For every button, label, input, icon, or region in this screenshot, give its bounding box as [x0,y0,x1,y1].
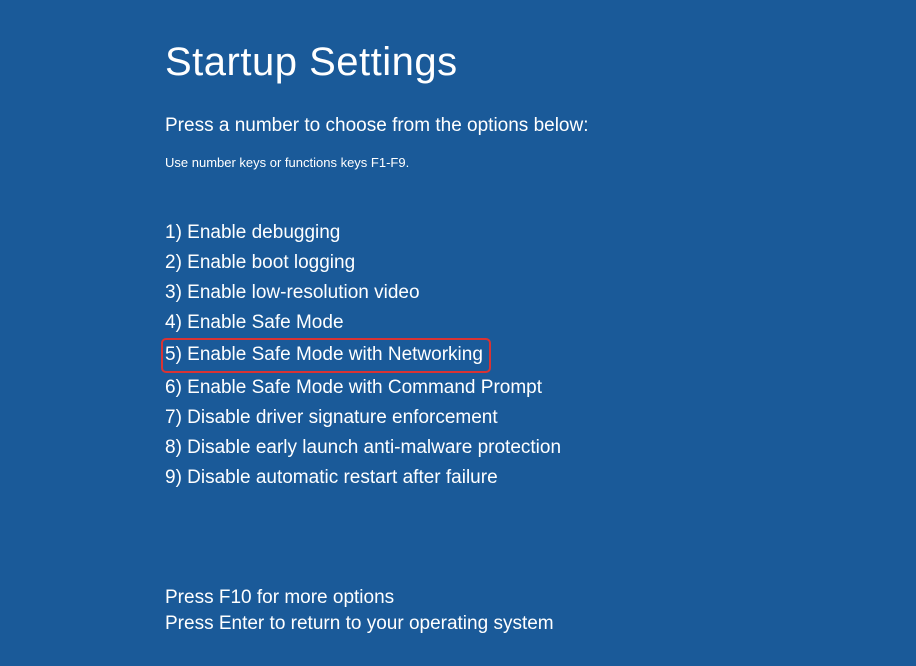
option-8-disable-antimalware[interactable]: 8) Disable early launch anti-malware pro… [165,433,561,462]
startup-options-list: 1) Enable debugging 2) Enable boot loggi… [165,218,916,493]
startup-settings-screen: Startup Settings Press a number to choos… [0,0,916,637]
page-title: Startup Settings [165,40,916,85]
footer-return: Press Enter to return to your operating … [165,611,916,637]
option-1-debugging[interactable]: 1) Enable debugging [165,218,340,247]
footer-more-options: Press F10 for more options [165,585,916,611]
option-5-safe-mode-networking[interactable]: 5) Enable Safe Mode with Networking [161,338,491,373]
key-instruction: Use number keys or functions keys F1-F9. [165,155,916,170]
option-6-safe-mode-cmd[interactable]: 6) Enable Safe Mode with Command Prompt [165,373,542,402]
option-7-disable-driver-sig[interactable]: 7) Disable driver signature enforcement [165,403,498,432]
option-9-disable-auto-restart[interactable]: 9) Disable automatic restart after failu… [165,463,498,492]
subtitle-prompt: Press a number to choose from the option… [165,115,916,137]
option-4-safe-mode[interactable]: 4) Enable Safe Mode [165,308,344,337]
option-2-boot-logging[interactable]: 2) Enable boot logging [165,248,355,277]
option-3-low-res-video[interactable]: 3) Enable low-resolution video [165,278,420,307]
